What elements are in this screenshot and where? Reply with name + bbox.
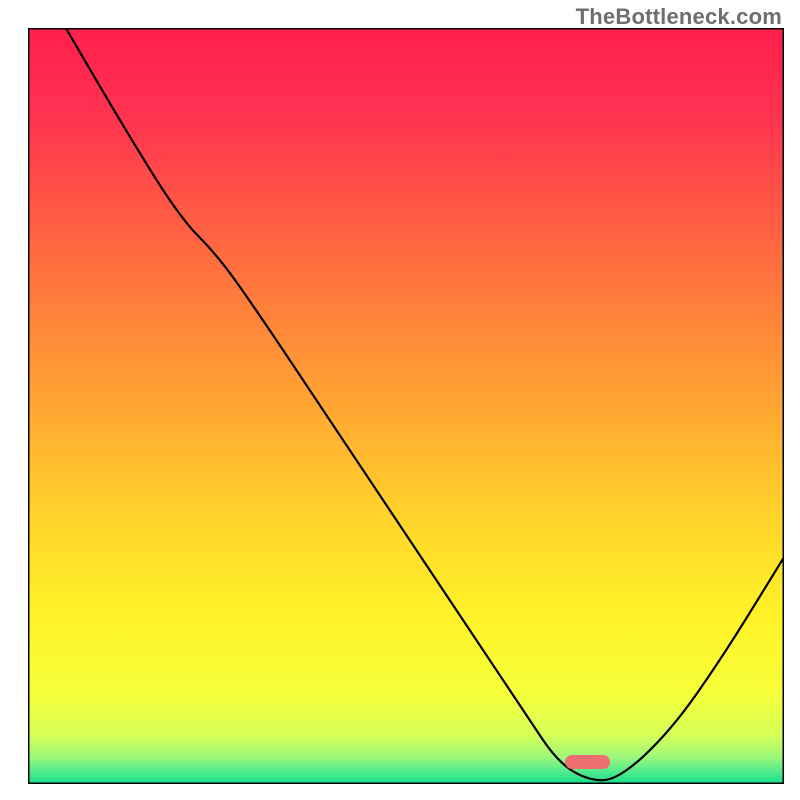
watermark-text: TheBottleneck.com: [576, 4, 782, 30]
chart-svg: [28, 28, 784, 784]
chart-container: TheBottleneck.com: [0, 0, 800, 800]
minimum-marker: [565, 755, 610, 769]
gradient-background: [28, 28, 784, 784]
plot-area: [28, 28, 784, 784]
